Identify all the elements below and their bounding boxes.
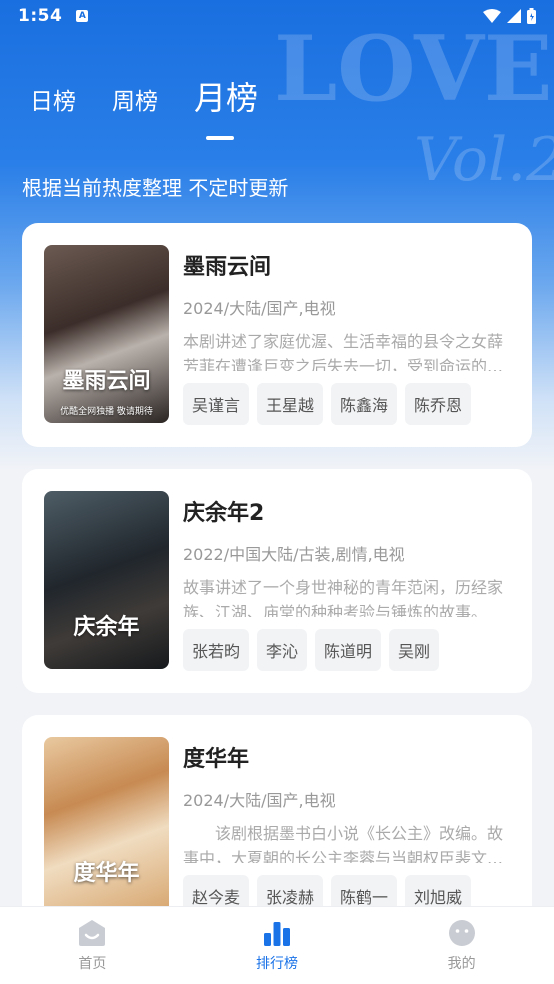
drama-info: 庆余年2 2022/中国大陆/古装,剧情,电视 故事讲述了一个身世神秘的青年范闲…: [183, 491, 510, 671]
cast-tag[interactable]: 陈乔恩: [405, 383, 472, 425]
drama-meta: 2024/大陆/国产,电视: [183, 791, 336, 810]
hero-decoration: LOVE Vol.2: [274, 16, 554, 195]
ranking-list: 墨雨云间 优酷全网独播 敬请期待 墨雨云间 2024/大陆/国产,电视 本剧讲述…: [22, 223, 532, 961]
ranking-subtitle: 根据当前热度整理 不定时更新: [22, 176, 289, 200]
cast-tag[interactable]: 吴刚: [389, 629, 440, 671]
wifi-icon: [483, 9, 501, 23]
poster-title: 墨雨云间: [62, 369, 151, 394]
drama-info: 度华年 2024/大陆/国产,电视 该剧根据墨书白小说《长公主》改编。故事中，大…: [183, 737, 510, 917]
tab-monthly[interactable]: 月榜: [194, 82, 258, 116]
home-icon: [79, 920, 106, 946]
tab-weekly[interactable]: 周榜: [112, 91, 158, 116]
poster-caption: 优酷全网独播 敬请期待: [60, 407, 153, 417]
drama-card[interactable]: 庆余年 庆余年2 2022/中国大陆/古装,剧情,电视 故事讲述了一个身世神秘的…: [22, 469, 532, 693]
cast-tag[interactable]: 陈鑫海: [331, 383, 398, 425]
drama-poster[interactable]: 墨雨云间 优酷全网独播 敬请期待: [44, 245, 169, 423]
bottom-navigation: 首页 排行榜 我的: [0, 906, 554, 984]
drama-card[interactable]: 墨雨云间 优酷全网独播 敬请期待 墨雨云间 2024/大陆/国产,电视 本剧讲述…: [22, 223, 532, 447]
drama-description: 该剧根据墨书白小说《长公主》改编。故事中，大夏朝的长公主李蓉与当朝权臣裴文宣的故…: [183, 824, 504, 863]
status-bar: 1:54 A: [0, 0, 554, 32]
drama-description: 本剧讲述了家庭优渥、生活幸福的县令之女薛芳菲在遭逢巨变之后失去一切，受到命运的捉…: [183, 332, 504, 371]
drama-meta: 2022/中国大陆/古装,剧情,电视: [183, 545, 405, 564]
nav-home[interactable]: 首页: [0, 907, 185, 984]
cast-tags: 张若昀 李沁 陈道明 吴刚: [183, 629, 510, 671]
battery-icon: [527, 8, 536, 24]
cast-tag[interactable]: 王星越: [257, 383, 324, 425]
cast-tag[interactable]: 吴谨言: [183, 383, 250, 425]
ranking-icon: [264, 922, 290, 946]
cast-tag[interactable]: 张若昀: [183, 629, 250, 671]
status-icons: [483, 8, 536, 24]
drama-title[interactable]: 庆余年2: [183, 495, 510, 527]
cast-tags: 吴谨言 王星越 陈鑫海 陈乔恩: [183, 383, 510, 425]
drama-info: 墨雨云间 2024/大陆/国产,电视 本剧讲述了家庭优渥、生活幸福的县令之女薛芳…: [183, 245, 510, 425]
nav-ranking[interactable]: 排行榜: [185, 907, 370, 984]
profile-icon: [448, 920, 475, 946]
notification-icon: A: [76, 10, 89, 22]
cast-tag[interactable]: 陈道明: [315, 629, 382, 671]
cast-tag[interactable]: 李沁: [257, 629, 308, 671]
nav-label: 排行榜: [256, 956, 298, 972]
active-tab-indicator: [206, 136, 234, 140]
drama-poster[interactable]: 度华年: [44, 737, 169, 915]
drama-description: 故事讲述了一个身世神秘的青年范闲，历经家族、江湖、庙堂的种种考验与锤炼的故事。: [183, 578, 504, 617]
drama-title[interactable]: 度华年: [183, 741, 510, 773]
signal-icon: [507, 9, 521, 23]
tab-daily[interactable]: 日榜: [30, 91, 76, 116]
status-time: 1:54: [18, 6, 63, 26]
drama-title[interactable]: 墨雨云间: [183, 249, 510, 281]
poster-title: 庆余年: [73, 615, 140, 640]
nav-label: 我的: [447, 956, 476, 972]
nav-profile[interactable]: 我的: [369, 907, 554, 984]
ranking-tabs: 日榜 周榜 月榜: [30, 82, 258, 116]
drama-meta: 2024/大陆/国产,电视: [183, 299, 336, 318]
drama-poster[interactable]: 庆余年: [44, 491, 169, 669]
nav-label: 首页: [78, 956, 107, 972]
poster-title: 度华年: [73, 861, 140, 886]
svg-text:Vol.2: Vol.2: [414, 125, 554, 195]
